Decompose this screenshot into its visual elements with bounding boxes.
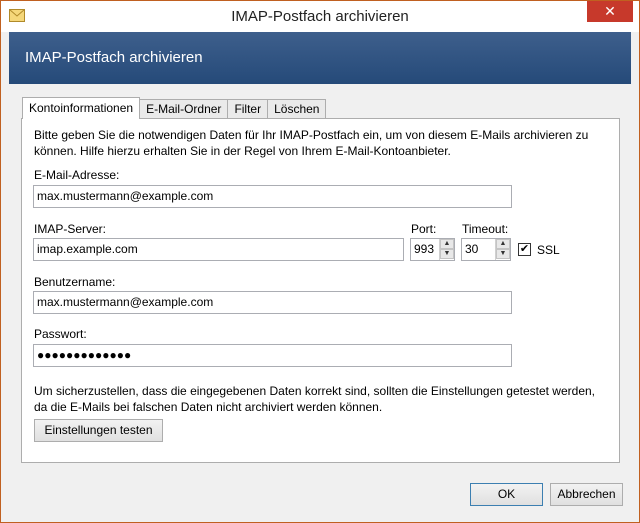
test-note-text: Um sicherzustellen, dass die eingegebene… xyxy=(34,384,595,414)
timeout-label: Timeout: xyxy=(462,222,509,236)
test-settings-button[interactable]: Einstellungen testen xyxy=(34,419,163,442)
port-label: Port: xyxy=(411,222,437,236)
intro-text: Bitte geben Sie die notwendigen Daten fü… xyxy=(34,128,589,158)
username-field[interactable]: max.mustermann@example.com xyxy=(33,291,512,314)
dialog-window: IMAP-Postfach archivieren ✕ IMAP-Postfac… xyxy=(0,0,640,523)
server-label: IMAP-Server: xyxy=(34,222,107,236)
close-icon: ✕ xyxy=(604,3,616,19)
tab-panel-kontoinformationen: Bitte geben Sie die notwendigen Daten fü… xyxy=(21,118,620,463)
email-label: E-Mail-Adresse: xyxy=(34,168,120,182)
timeout-value: 30 xyxy=(465,242,479,256)
close-button[interactable]: ✕ xyxy=(587,1,633,22)
server-field[interactable]: imap.example.com xyxy=(33,238,404,261)
header-banner: IMAP-Postfach archivieren xyxy=(9,32,631,84)
window-title: IMAP-Postfach archivieren xyxy=(231,8,409,25)
cancel-button[interactable]: Abbrechen xyxy=(550,483,623,506)
username-label: Benutzername: xyxy=(34,275,116,289)
timeout-down-arrow-icon[interactable]: ▼ xyxy=(496,249,510,259)
tab-bar: Kontoinformationen E-Mail-Ordner Filter … xyxy=(22,97,327,119)
header-title: IMAP-Postfach archivieren xyxy=(25,49,203,66)
email-field[interactable]: max.mustermann@example.com xyxy=(33,185,512,208)
port-down-arrow-icon[interactable]: ▼ xyxy=(440,249,454,259)
timeout-up-arrow-icon[interactable]: ▲ xyxy=(496,239,510,249)
tab-email-ordner[interactable]: E-Mail-Ordner xyxy=(139,99,229,119)
tab-loeschen[interactable]: Löschen xyxy=(267,99,327,119)
tab-kontoinformationen[interactable]: Kontoinformationen xyxy=(22,97,141,119)
port-stepper[interactable]: 993 ▲ ▼ xyxy=(410,238,455,261)
timeout-stepper[interactable]: 30 ▲ ▼ xyxy=(461,238,511,261)
password-label: Passwort: xyxy=(34,327,87,341)
title-bar[interactable]: IMAP-Postfach archivieren ✕ xyxy=(1,1,639,32)
ssl-checkbox[interactable]: ✔ xyxy=(518,243,531,256)
ssl-label: SSL xyxy=(537,243,560,257)
password-field[interactable]: ●●●●●●●●●●●●● xyxy=(33,344,512,367)
port-value: 993 xyxy=(414,242,435,256)
tab-filter[interactable]: Filter xyxy=(227,99,269,119)
ok-button[interactable]: OK xyxy=(470,483,543,506)
port-up-arrow-icon[interactable]: ▲ xyxy=(440,239,454,249)
checkmark-icon: ✔ xyxy=(519,243,530,255)
